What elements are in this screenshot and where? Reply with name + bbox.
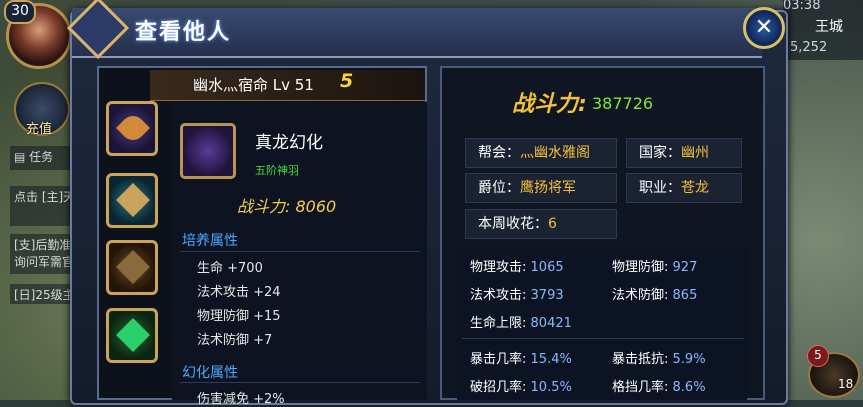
guild-value: 灬幽水雅阁 [520,145,590,161]
item-power: 战斗力: 8060 [237,197,337,216]
stat-magic-def: 法术防御: 865 [612,288,698,303]
item-grade: 五阶神羽 [255,164,299,177]
stat-phys-attack: 物理攻击: 1065 [470,260,564,275]
country-info: 国家：幽州 [626,138,742,168]
flowers-info: 本周收花：6 [465,209,617,239]
rank-value: 鹰扬将军 [520,180,576,196]
divider [180,251,420,252]
slot-wings[interactable] [106,101,158,156]
stat-break-rate: 破招几率: 10.5% [470,380,572,395]
item-name: 真龙幻化 [255,133,323,153]
combat-power-value: 387726 [592,94,654,113]
window-title: 查看他人 [135,20,232,45]
wings-item-icon [180,123,236,179]
task-label: 任务 [29,150,54,164]
stat-phys-def: 物理防御: 927 [612,260,698,275]
stat-block-rate: 格挡几率: 8.6% [612,380,706,395]
stat-crit-rate: 暴击几率: 15.4% [470,352,572,367]
bag-badge: 5 [807,345,829,367]
guild-label: 帮会： [478,145,520,161]
country-value: 幽州 [681,145,709,161]
currency-count: 5,252 [790,40,828,55]
task-icon: ▤ [14,150,30,164]
stat-crit-resist: 暴击抵抗: 5.9% [612,352,706,367]
guild-info: 帮会：灬幽水雅阁 [465,138,617,168]
clock: 03:38 [783,0,821,13]
combat-power-label: 战斗力: [512,92,587,117]
slot-mount[interactable] [106,173,158,228]
section-title-illusion: 幻化属性 [182,365,238,381]
attr-damage-reduce: 伤害减免 +2% [197,392,285,407]
attr-magic-def: 法术防御 +7 [197,333,273,348]
wings-icon [116,111,150,145]
divider [180,382,420,383]
attr-hp: 生命 +700 [197,261,263,276]
level-badge: 30 [4,0,36,24]
attr-magic-attack: 法术攻击 +24 [197,285,281,300]
slot-gem[interactable] [106,308,158,363]
country-label: 国家： [639,145,681,161]
tier-badge: 5 [340,70,354,92]
slot-weapon[interactable] [106,240,158,295]
bag-count: 18 [838,377,854,391]
stat-magic-attack: 法术攻击: 3793 [470,288,564,303]
flowers-value: 6 [548,216,557,232]
section-title-train: 培养属性 [182,233,238,249]
close-button[interactable]: ✕ [743,7,785,49]
gem-icon [116,318,150,352]
mount-icon [116,183,150,217]
city-name: 王城 [815,19,843,35]
flowers-label: 本周收花： [478,216,548,232]
attr-phys-def: 物理防御 +15 [197,309,281,324]
recharge-label: 充值 [26,122,53,137]
rank-info: 爵位：鹰扬将军 [465,173,617,203]
class-label: 职业： [639,180,681,196]
stat-hp-max: 生命上限: 80421 [470,316,572,331]
player-name: 幽水灬宿命 Lv 51 [193,76,314,94]
class-value: 苍龙 [681,180,709,196]
divider [462,338,744,339]
rank-label: 爵位： [478,180,520,196]
class-info: 职业：苍龙 [626,173,742,203]
weapon-icon [116,250,150,284]
